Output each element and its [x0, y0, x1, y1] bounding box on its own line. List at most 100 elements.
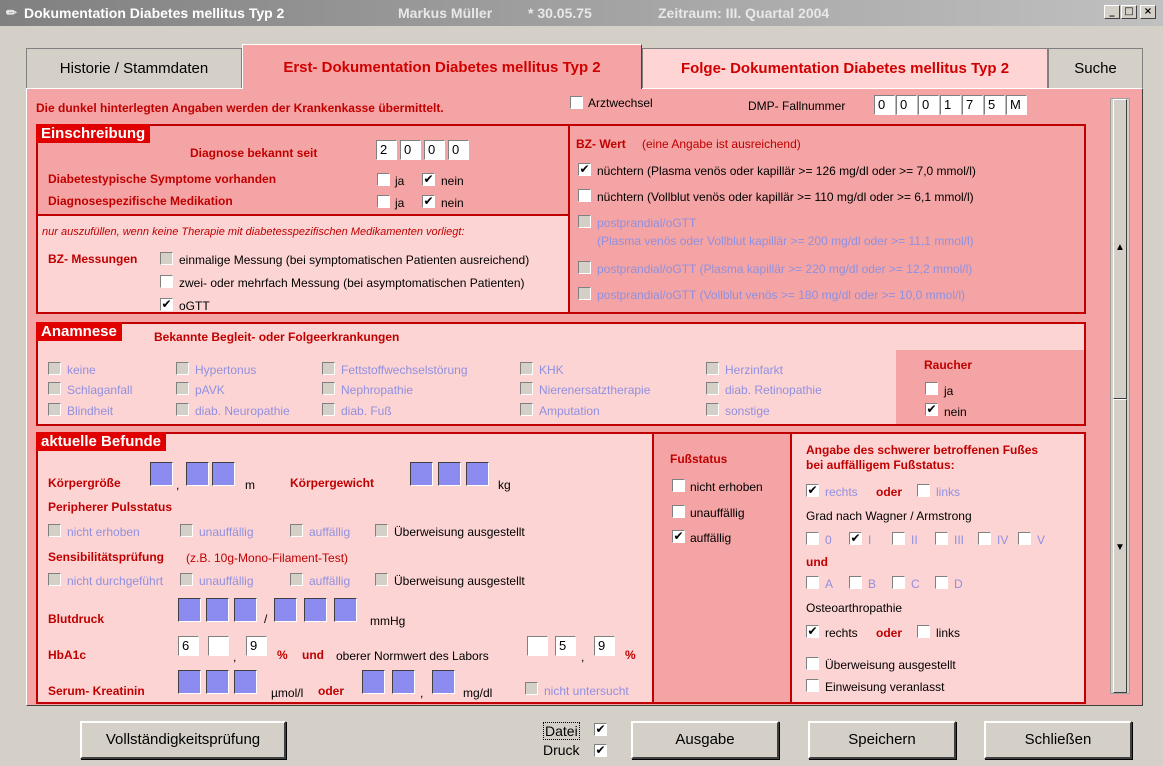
bp-dia-3[interactable] [334, 598, 357, 622]
gewicht-field-2[interactable] [438, 462, 461, 486]
schliessen-button[interactable]: Schließen [984, 721, 1132, 759]
mess-mehrfach-checkbox[interactable] [160, 275, 173, 288]
anamnese-10-checkbox[interactable] [48, 403, 61, 416]
anamnese-6-checkbox[interactable] [176, 382, 189, 395]
close-button[interactable]: × [1140, 5, 1156, 19]
fuss-unauffaellig-checkbox[interactable] [672, 505, 685, 518]
sens-opt-3-checkbox[interactable] [375, 573, 388, 586]
gewicht-field-1[interactable] [410, 462, 433, 486]
medikation-nein-checkbox[interactable]: ✔ [422, 195, 435, 208]
puls-opt-3-checkbox[interactable] [375, 524, 388, 537]
bp-dia-1[interactable] [274, 598, 297, 622]
bz-postprandial-1-checkbox[interactable] [578, 215, 591, 228]
kreat-mg-1[interactable] [362, 670, 385, 694]
anamnese-1-checkbox[interactable] [176, 362, 189, 375]
groesse-field-2[interactable] [186, 462, 209, 486]
mess-einmalig-checkbox[interactable] [160, 252, 173, 265]
scroll-up-icon[interactable]: ▲ [1115, 242, 1125, 253]
dmp-digit-6[interactable]: 5 [984, 95, 1005, 115]
wagner-grade-4-checkbox[interactable] [978, 532, 991, 545]
einweisung-checkbox[interactable] [806, 679, 819, 692]
tab-folge-dokumentation[interactable]: Folge- Dokumentation Diabetes mellitus T… [642, 48, 1048, 88]
vollstaendigkeit-button[interactable]: Vollständigkeitsprüfung [80, 721, 286, 759]
anamnese-0-checkbox[interactable] [48, 362, 61, 375]
symptome-ja-checkbox[interactable] [377, 173, 390, 186]
tab-historie[interactable]: Historie / Stammdaten [26, 48, 242, 88]
ueberweisung-checkbox[interactable] [806, 657, 819, 670]
speichern-button[interactable]: Speichern [808, 721, 956, 759]
norm-digit-1[interactable] [527, 636, 548, 656]
hba1c-digit-1[interactable]: 6 [178, 636, 199, 656]
bz-nuechtern-vollblut-checkbox[interactable] [578, 189, 591, 202]
bp-sys-2[interactable] [206, 598, 229, 622]
wagner-grade-0-checkbox[interactable] [806, 532, 819, 545]
fuss-nicht-erhoben-checkbox[interactable] [672, 479, 685, 492]
ausgabe-button[interactable]: Ausgabe [631, 721, 779, 759]
sens-opt-2-checkbox[interactable] [290, 573, 303, 586]
sens-opt-1-checkbox[interactable] [180, 573, 193, 586]
fuss-links-checkbox[interactable] [917, 484, 930, 497]
dmp-digit-2[interactable]: 0 [896, 95, 917, 115]
scroll-down-icon[interactable]: ▼ [1115, 542, 1125, 553]
bz-postprandial-3-checkbox[interactable] [578, 287, 591, 300]
arztwechsel-checkbox[interactable] [570, 96, 583, 109]
anamnese-12-checkbox[interactable] [322, 403, 335, 416]
norm-digit-3[interactable]: 9 [594, 636, 615, 656]
dmp-digit-7[interactable]: M [1006, 95, 1027, 115]
groesse-field-3[interactable] [212, 462, 235, 486]
dmp-digit-1[interactable]: 0 [874, 95, 895, 115]
fuss-auffaellig-checkbox[interactable]: ✔ [672, 530, 685, 543]
gewicht-field-3[interactable] [466, 462, 489, 486]
mess-ogtt-checkbox[interactable]: ✔ [160, 298, 173, 311]
tab-suche[interactable]: Suche [1048, 48, 1143, 88]
diagnose-year-digit-4[interactable]: 0 [448, 140, 469, 160]
puls-opt-1-checkbox[interactable] [180, 524, 193, 537]
kreat-mg-3[interactable] [432, 670, 455, 694]
bp-sys-1[interactable] [178, 598, 201, 622]
medikation-ja-checkbox[interactable] [377, 195, 390, 208]
symptome-nein-checkbox[interactable]: ✔ [422, 173, 435, 186]
kreat-mg-2[interactable] [392, 670, 415, 694]
tab-erst-dokumentation[interactable]: Erst- Dokumentation Diabetes mellitus Ty… [242, 44, 642, 89]
anamnese-9-checkbox[interactable] [706, 382, 719, 395]
osteo-rechts-checkbox[interactable]: ✔ [806, 625, 819, 638]
osteo-links-checkbox[interactable] [917, 625, 930, 638]
armstrong-3-checkbox[interactable] [935, 576, 948, 589]
wagner-grade-2-checkbox[interactable] [892, 532, 905, 545]
nicht-untersucht-checkbox[interactable] [525, 682, 538, 695]
raucher-ja-checkbox[interactable] [925, 382, 938, 395]
diagnose-year-digit-2[interactable]: 0 [400, 140, 421, 160]
datei-checkbox[interactable]: ✔ [594, 723, 607, 736]
diagnose-year-digit-3[interactable]: 0 [424, 140, 445, 160]
sens-opt-0-checkbox[interactable] [48, 573, 61, 586]
armstrong-2-checkbox[interactable] [892, 576, 905, 589]
bz-postprandial-2-checkbox[interactable] [578, 261, 591, 274]
maximize-button[interactable]: □ [1121, 5, 1137, 19]
wagner-grade-1-checkbox[interactable]: ✔ [849, 532, 862, 545]
anamnese-11-checkbox[interactable] [176, 403, 189, 416]
groesse-field-1[interactable] [150, 462, 173, 486]
anamnese-14-checkbox[interactable] [706, 403, 719, 416]
hba1c-digit-2[interactable] [208, 636, 229, 656]
norm-digit-2[interactable]: 5 [555, 636, 576, 656]
druck-checkbox[interactable]: ✔ [594, 744, 607, 757]
hba1c-digit-3[interactable]: 9 [246, 636, 267, 656]
wagner-grade-5-checkbox[interactable] [1018, 532, 1031, 545]
armstrong-0-checkbox[interactable] [806, 576, 819, 589]
armstrong-1-checkbox[interactable] [849, 576, 862, 589]
scrollbar[interactable]: ▲ ▼ [1110, 98, 1130, 694]
diagnose-year-digit-1[interactable]: 2 [376, 140, 397, 160]
puls-opt-2-checkbox[interactable] [290, 524, 303, 537]
anamnese-13-checkbox[interactable] [520, 403, 533, 416]
bp-sys-3[interactable] [234, 598, 257, 622]
puls-opt-0-checkbox[interactable] [48, 524, 61, 537]
kreat-umol-3[interactable] [234, 670, 257, 694]
kreat-umol-1[interactable] [178, 670, 201, 694]
anamnese-7-checkbox[interactable] [322, 382, 335, 395]
anamnese-2-checkbox[interactable] [322, 362, 335, 375]
anamnese-5-checkbox[interactable] [48, 382, 61, 395]
dmp-digit-4[interactable]: 1 [940, 95, 961, 115]
dmp-digit-5[interactable]: 7 [962, 95, 983, 115]
bz-nuechtern-plasma-checkbox[interactable]: ✔ [578, 163, 591, 176]
kreat-umol-2[interactable] [206, 670, 229, 694]
